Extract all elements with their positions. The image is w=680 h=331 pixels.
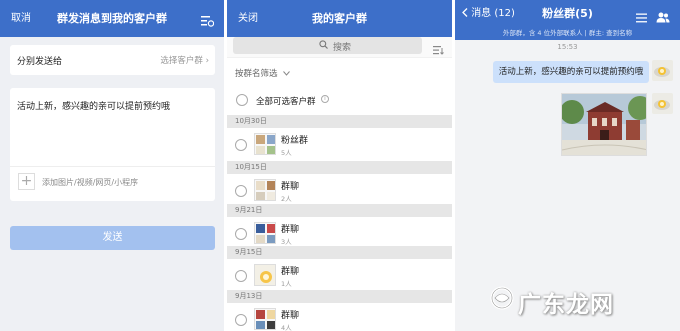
members-icon[interactable] — [656, 8, 670, 27]
group-member-count: 2人 — [281, 195, 292, 203]
group-radio[interactable] — [235, 314, 247, 326]
search-input[interactable]: 搜索 — [233, 37, 422, 54]
add-attachment-icon[interactable]: + — [18, 173, 35, 190]
group-row[interactable]: 群聊 2人 — [227, 174, 452, 207]
group-member-count: 3人 — [281, 238, 292, 246]
menu-icon[interactable] — [636, 8, 647, 27]
group-avatar — [254, 222, 276, 244]
watermark-logo-icon — [490, 286, 514, 310]
group-chat-panel: 消息 (12) 粉丝群(5) 外部群，含 4 位外部联系人 | 群主: 查到名称… — [455, 0, 680, 331]
select-all-radio[interactable] — [236, 94, 248, 106]
send-to-selector[interactable]: 分别发送给 选择客户群 › — [10, 45, 215, 75]
group-avatar — [254, 264, 276, 286]
search-placeholder: 搜索 — [333, 43, 352, 53]
message-text[interactable]: 活动上新，感兴趣的亲可以提前预约哦 — [17, 99, 170, 112]
group-picker-panel: 关闭 我的客户群 搜索 按群名筛选 全部可选客户群 i 10月30日 粉丝群 5… — [227, 0, 452, 331]
group-row[interactable]: 群聊 4人 — [227, 303, 452, 331]
group-member-count: 1人 — [281, 280, 292, 288]
message-editor[interactable]: 活动上新，感兴趣的亲可以提前预约哦 + 添加图片/视频/网页/小程序 — [10, 88, 215, 201]
group-avatar — [254, 133, 276, 155]
group-name: 群聊 — [281, 311, 300, 321]
date-header: 9月15日 — [227, 246, 452, 259]
sort-list-icon[interactable] — [433, 40, 444, 59]
group-radio[interactable] — [235, 270, 247, 282]
search-bar: 搜索 — [227, 37, 452, 57]
select-all-label: 全部可选客户群 — [256, 97, 316, 107]
message-time: 15:53 — [557, 43, 578, 51]
date-header: 10月15日 — [227, 161, 452, 174]
chevron-down-icon — [283, 71, 291, 76]
page-title: 我的客户群 — [312, 12, 367, 25]
group-member-count: 4人 — [281, 324, 292, 331]
date-header: 10月30日 — [227, 115, 452, 128]
group-row[interactable]: 粉丝群 5人 — [227, 128, 452, 161]
send-to-value: 选择客户群 › — [160, 56, 209, 66]
group-name-filter[interactable]: 按群名筛选 — [227, 58, 452, 86]
divider — [10, 166, 215, 167]
message-bubble[interactable]: 活动上新，感兴趣的亲可以提前预约哦 — [493, 61, 649, 83]
group-radio[interactable] — [235, 185, 247, 197]
group-subtitle: 外部群，含 4 位外部联系人 | 群主: 查到名称 — [455, 27, 680, 40]
send-button[interactable]: 发送 — [10, 226, 215, 250]
date-header: 9月21日 — [227, 204, 452, 217]
info-icon[interactable]: i — [321, 95, 329, 103]
watermark-text: 广东龙网 — [518, 292, 614, 318]
avatar[interactable] — [652, 93, 673, 114]
search-icon — [319, 40, 328, 52]
history-list-icon[interactable] — [201, 12, 215, 31]
group-row[interactable]: 群聊 1人 — [227, 259, 452, 292]
group-name: 群聊 — [281, 225, 300, 235]
group-name: 群聊 — [281, 267, 300, 277]
group-name: 群聊 — [281, 182, 300, 192]
compose-panel: 取消 群发消息到我的客户群 分别发送给 选择客户群 › 活动上新，感兴趣的亲可以… — [0, 0, 224, 331]
group-avatar — [254, 308, 276, 330]
group-avatar — [254, 179, 276, 201]
chevron-right-icon: › — [205, 56, 209, 66]
avatar[interactable] — [652, 60, 673, 81]
page-title: 群发消息到我的客户群 — [57, 12, 167, 25]
message-image[interactable] — [561, 93, 647, 156]
select-all-row[interactable]: 全部可选客户群 i — [227, 86, 452, 115]
group-name: 粉丝群 — [281, 136, 309, 146]
compose-header: 取消 群发消息到我的客户群 — [0, 0, 224, 37]
filter-label: 按群名筛选 — [235, 67, 291, 79]
date-header: 9月13日 — [227, 290, 452, 303]
send-to-label: 分别发送给 — [17, 57, 63, 67]
picker-header: 关闭 我的客户群 — [227, 0, 452, 37]
group-radio[interactable] — [235, 228, 247, 240]
group-member-count: 5人 — [281, 149, 292, 157]
group-radio[interactable] — [235, 139, 247, 151]
add-attachment-label[interactable]: 添加图片/视频/网页/小程序 — [42, 177, 138, 188]
